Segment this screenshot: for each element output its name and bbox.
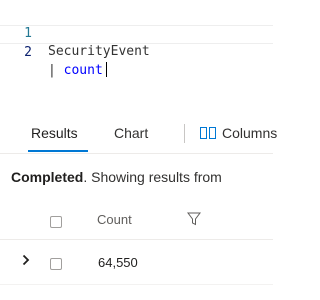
row-checkbox[interactable] xyxy=(50,258,62,270)
status-text: . Showing results from xyxy=(83,169,222,185)
columns-button[interactable]: Columns xyxy=(200,123,277,143)
code-line-1[interactable]: 1 SecurityEvent xyxy=(0,7,273,59)
count-cell: 64,550 xyxy=(98,255,138,270)
pipe-operator: | xyxy=(48,63,64,78)
table-name: SecurityEvent xyxy=(48,44,150,59)
filter-icon[interactable] xyxy=(186,211,202,227)
text-cursor xyxy=(105,62,108,77)
column-header-count[interactable]: Count xyxy=(97,212,132,227)
grid-header-row: Count xyxy=(0,200,273,240)
code-text[interactable]: SecurityEvent xyxy=(48,43,150,61)
table-row[interactable]: 64,550 xyxy=(0,241,273,285)
columns-icon xyxy=(200,127,216,139)
active-tab-indicator xyxy=(28,150,88,152)
results-tab-bar: Results Chart Columns xyxy=(0,112,277,154)
query-status: Completed. Showing results from xyxy=(11,168,222,186)
query-editor[interactable]: 1 SecurityEvent 2 | count xyxy=(0,0,273,78)
code-text[interactable]: | count xyxy=(48,62,108,80)
chevron-right-icon[interactable] xyxy=(20,254,32,266)
tab-divider xyxy=(184,124,185,143)
columns-label: Columns xyxy=(222,125,278,141)
count-keyword: count xyxy=(63,63,103,78)
code-line-2[interactable]: 2 | count xyxy=(0,25,273,78)
tab-chart[interactable]: Chart xyxy=(114,124,148,142)
tab-results[interactable]: Results xyxy=(31,124,78,142)
status-bold: Completed xyxy=(11,169,84,185)
line-number: 2 xyxy=(24,45,32,60)
select-all-checkbox[interactable] xyxy=(50,216,62,228)
